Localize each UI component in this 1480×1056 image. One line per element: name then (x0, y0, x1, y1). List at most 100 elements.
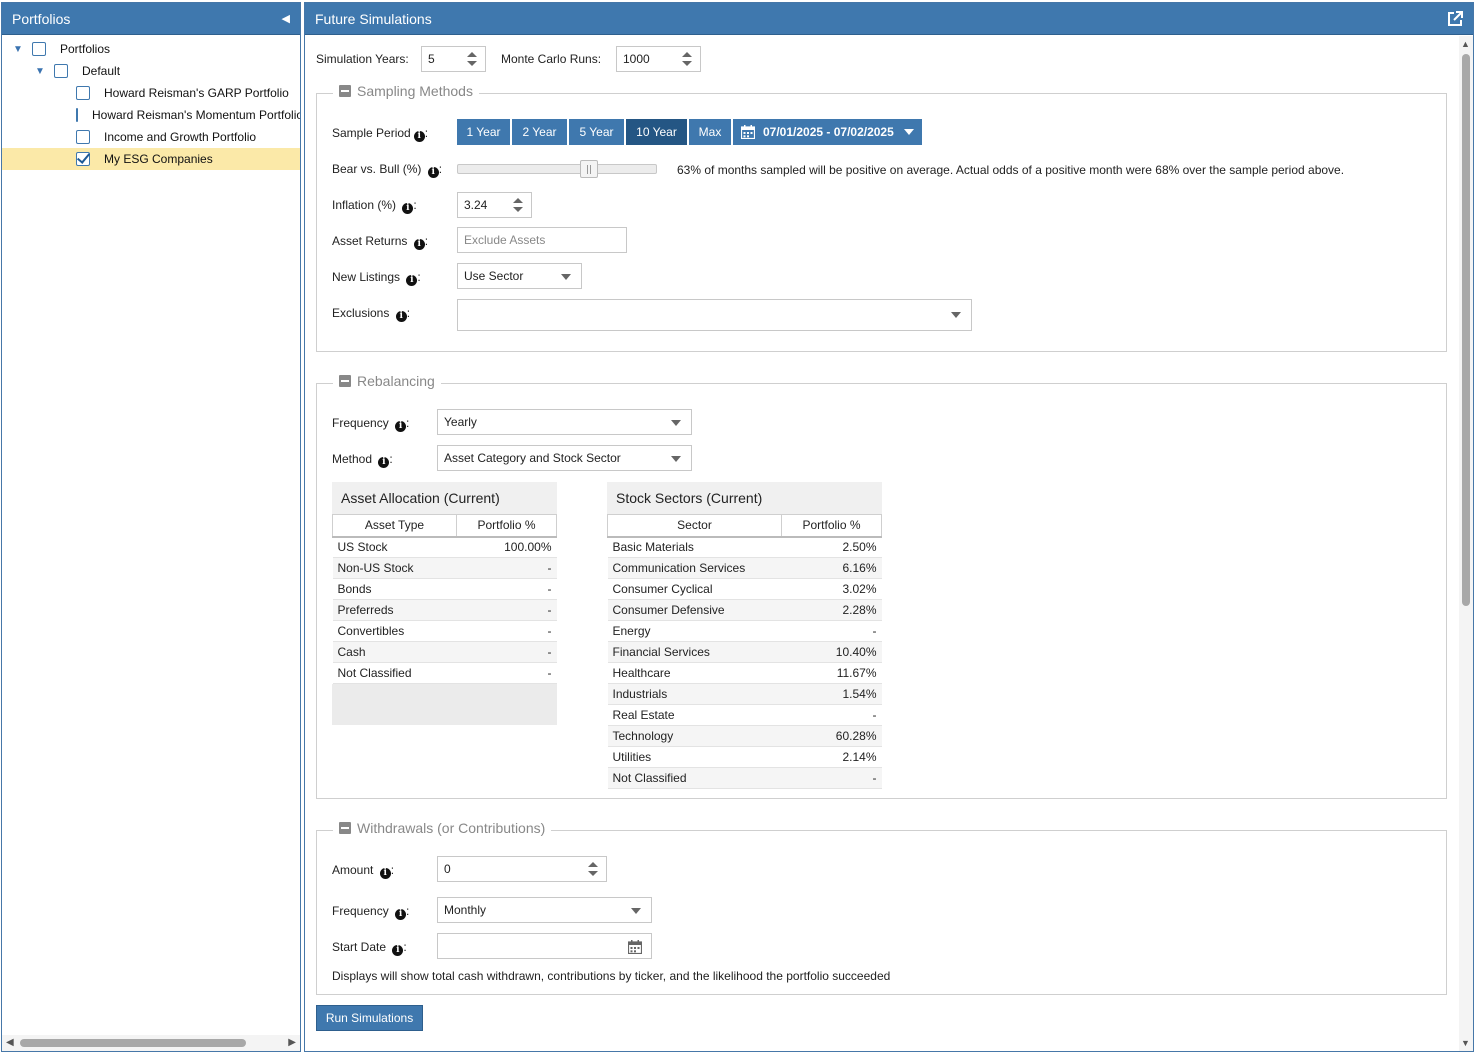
scroll-right-icon[interactable]: ▶ (288, 1037, 296, 1048)
external-link-icon[interactable] (1447, 10, 1463, 27)
collapse-section-icon[interactable] (339, 375, 351, 387)
column-header[interactable]: Sector (607, 514, 782, 538)
dropdown-value: Asset Category and Stock Sector (444, 451, 621, 465)
sample-period-button-group: 1 Year 2 Year 5 Year 10 Year Max 07/01/2… (457, 119, 922, 145)
table-cell-name: Healthcare (607, 662, 782, 684)
section-title: Withdrawals (or Contributions) (357, 820, 546, 836)
table-cell-percent: - (456, 578, 557, 600)
tree-checkbox[interactable] (76, 130, 90, 144)
info-icon[interactable]: i (427, 167, 439, 178)
info-icon[interactable]: i (378, 457, 390, 468)
table-cell-name: Consumer Cyclical (607, 578, 782, 600)
expand-caret-icon[interactable]: ▼ (12, 43, 24, 55)
info-icon[interactable]: i (402, 203, 414, 214)
tree-node-portfolio[interactable]: Howard Reisman's GARP Portfolio (2, 82, 300, 104)
info-icon[interactable]: i (392, 945, 404, 956)
spinner-arrows-icon[interactable] (467, 52, 477, 66)
chevron-down-icon (671, 456, 681, 462)
vertical-scrollbar[interactable]: ▲ ▼ (1459, 36, 1473, 1051)
tree-node-portfolios[interactable]: ▼ Portfolios (2, 38, 300, 60)
tree-node-portfolio[interactable]: Howard Reisman's Momentum Portfolio (2, 104, 300, 126)
exclude-assets-input[interactable]: Exclude Assets (457, 227, 627, 253)
table-cell-name: Cash (332, 641, 457, 663)
info-icon[interactable]: i (413, 239, 425, 250)
column-header[interactable]: Portfolio % (456, 514, 557, 538)
tree-checkbox-checked[interactable] (76, 152, 90, 166)
amount-spinner[interactable]: 0 (437, 856, 607, 882)
table-cell-percent: - (781, 620, 882, 642)
expand-caret-icon[interactable]: ▼ (34, 65, 46, 77)
horizontal-scrollbar[interactable]: ◀ ▶ (2, 1035, 300, 1051)
table-row: Financial Services 10.40% (607, 641, 882, 663)
info-icon[interactable]: i (395, 421, 407, 432)
chevron-down-icon (951, 312, 961, 318)
table-cell-percent: 11.67% (781, 662, 882, 684)
table-row: Technology 60.28% (607, 725, 882, 747)
table-cell-name: US Stock (332, 536, 457, 558)
rebalancing-method-dropdown[interactable]: Asset Category and Stock Sector (437, 445, 692, 471)
table-row: Cash - (332, 641, 557, 663)
spinner-arrows-icon[interactable] (513, 198, 523, 212)
chevron-down-icon (561, 274, 571, 280)
tree-node-label: Default (82, 64, 121, 78)
dropdown-value: Yearly (444, 415, 477, 429)
slider-handle[interactable] (580, 160, 598, 178)
column-header[interactable]: Asset Type (332, 514, 457, 538)
scroll-down-icon[interactable]: ▼ (1461, 1038, 1470, 1048)
tree-node-label: Howard Reisman's Momentum Portfolio (92, 108, 301, 122)
table-cell-name: Basic Materials (607, 536, 782, 558)
period-button-max[interactable]: Max (689, 119, 731, 145)
tree-node-portfolio[interactable]: Income and Growth Portfolio (2, 126, 300, 148)
info-icon[interactable]: i (395, 311, 407, 322)
info-icon[interactable]: i (413, 131, 425, 142)
tree-node-default[interactable]: ▼ Default (2, 60, 300, 82)
rebalancing-legend[interactable]: Rebalancing (333, 373, 441, 389)
exclusions-dropdown[interactable] (457, 299, 972, 331)
column-header[interactable]: Portfolio % (781, 514, 882, 538)
simulation-years-spinner[interactable]: 5 (421, 46, 486, 72)
period-button-2-year[interactable]: 2 Year (512, 119, 567, 145)
collapse-left-icon[interactable]: ◀ (282, 12, 290, 25)
period-button-5-year[interactable]: 5 Year (569, 119, 624, 145)
inflation-value: 3.24 (464, 198, 488, 212)
table-cell-name: Communication Services (607, 557, 782, 579)
info-icon[interactable]: i (379, 868, 391, 879)
collapse-section-icon[interactable] (339, 822, 351, 834)
tree-checkbox[interactable] (76, 86, 90, 100)
start-date-input[interactable] (437, 933, 652, 959)
collapse-section-icon[interactable] (339, 85, 351, 97)
tree-checkbox[interactable] (76, 108, 78, 122)
table-row: Consumer Cyclical 3.02% (607, 578, 882, 600)
info-icon[interactable]: i (406, 275, 418, 286)
table-cell-name: Real Estate (607, 704, 782, 726)
scroll-left-icon[interactable]: ◀ (6, 1037, 14, 1048)
calendar-icon[interactable] (628, 940, 642, 954)
withdrawal-frequency-dropdown[interactable]: Monthly (437, 897, 652, 923)
scrollbar-thumb[interactable] (20, 1039, 246, 1047)
monte-carlo-value: 1000 (623, 52, 650, 66)
sampling-methods-legend[interactable]: Sampling Methods (333, 83, 479, 99)
inflation-spinner[interactable]: 3.24 (457, 192, 532, 218)
info-icon[interactable]: i (395, 909, 407, 920)
rebalancing-frequency-dropdown[interactable]: Yearly (437, 409, 692, 435)
chevron-down-icon (671, 420, 681, 426)
monte-carlo-spinner[interactable]: 1000 (616, 46, 701, 72)
tree-checkbox[interactable] (32, 42, 46, 56)
table-cell-percent: - (781, 704, 882, 726)
run-simulations-button[interactable]: Run Simulations (316, 1005, 423, 1031)
sample-period-label: Sample Period i: (332, 126, 429, 142)
tree-node-portfolio-selected[interactable]: My ESG Companies (2, 148, 300, 170)
spinner-arrows-icon[interactable] (682, 52, 692, 66)
new-listings-dropdown[interactable]: Use Sector (457, 263, 582, 289)
spinner-arrows-icon[interactable] (588, 862, 598, 876)
scroll-up-icon[interactable]: ▲ (1461, 39, 1470, 49)
withdrawals-legend[interactable]: Withdrawals (or Contributions) (333, 820, 552, 836)
period-button-1-year[interactable]: 1 Year (457, 119, 510, 145)
scrollbar-thumb[interactable] (1462, 54, 1470, 606)
bear-bull-slider[interactable] (457, 164, 657, 174)
table-cell-percent: - (456, 557, 557, 579)
date-range-button[interactable]: 07/01/2025 - 07/02/2025 (733, 119, 922, 145)
period-button-10-year[interactable]: 10 Year (626, 119, 687, 145)
tree-checkbox[interactable] (54, 64, 68, 78)
new-listings-label: New Listings i: (332, 270, 421, 286)
